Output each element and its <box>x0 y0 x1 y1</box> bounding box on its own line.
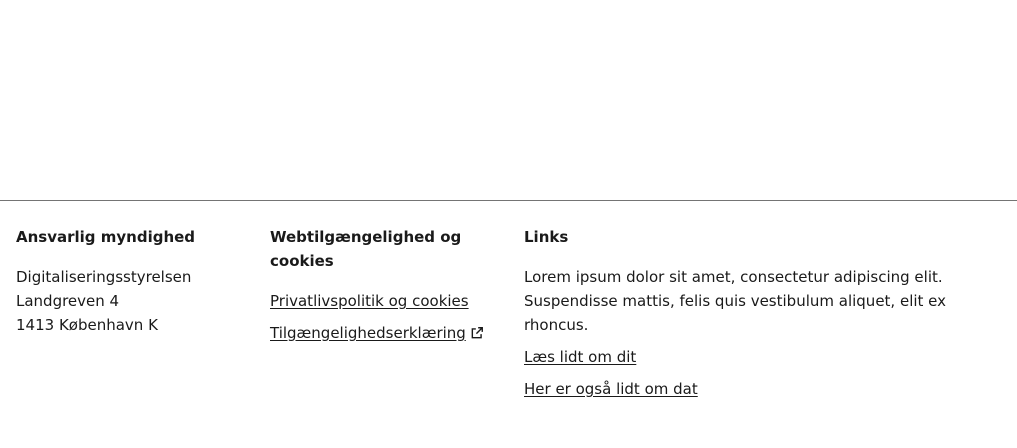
links-item-row-1: Læs lidt om dit <box>524 345 1004 369</box>
site-footer: Ansvarlig myndighed Digitaliseringsstyre… <box>0 200 1017 447</box>
page-content-area <box>0 0 1017 200</box>
address-line-organisation: Digitaliseringsstyrelsen <box>16 268 192 286</box>
accessibility-statement-label: Tilgængelighedserklæring <box>270 324 466 342</box>
footer-column-authority: Ansvarlig myndighed Digitaliseringsstyre… <box>16 225 246 337</box>
read-about-this-link[interactable]: Læs lidt om dit <box>524 345 636 369</box>
address-line-city: 1413 København K <box>16 316 158 334</box>
accessibility-statement-row: Tilgængelighedserklæring <box>270 321 500 345</box>
authority-address: Digitaliseringsstyrelsen Landgreven 4 14… <box>16 265 246 337</box>
address-line-street: Landgreven 4 <box>16 292 120 310</box>
privacy-cookies-link[interactable]: Privatlivspolitik og cookies <box>270 289 469 313</box>
read-about-that-link[interactable]: Her er også lidt om dat <box>524 377 698 401</box>
external-link-icon <box>471 327 483 339</box>
footer-column-accessibility: Webtilgængelighed og cookies Privatlivsp… <box>270 225 500 353</box>
links-description: Lorem ipsum dolor sit amet, consectetur … <box>524 268 947 334</box>
footer-column-links: Links Lorem ipsum dolor sit amet, consec… <box>524 225 1004 409</box>
accessibility-statement-link[interactable]: Tilgængelighedserklæring <box>270 321 466 345</box>
accessibility-heading: Webtilgængelighed og cookies <box>270 228 462 270</box>
links-heading: Links <box>524 228 569 246</box>
privacy-link-row: Privatlivspolitik og cookies <box>270 289 500 313</box>
authority-heading: Ansvarlig myndighed <box>16 228 196 246</box>
links-item-row-2: Her er også lidt om dat <box>524 377 1004 401</box>
